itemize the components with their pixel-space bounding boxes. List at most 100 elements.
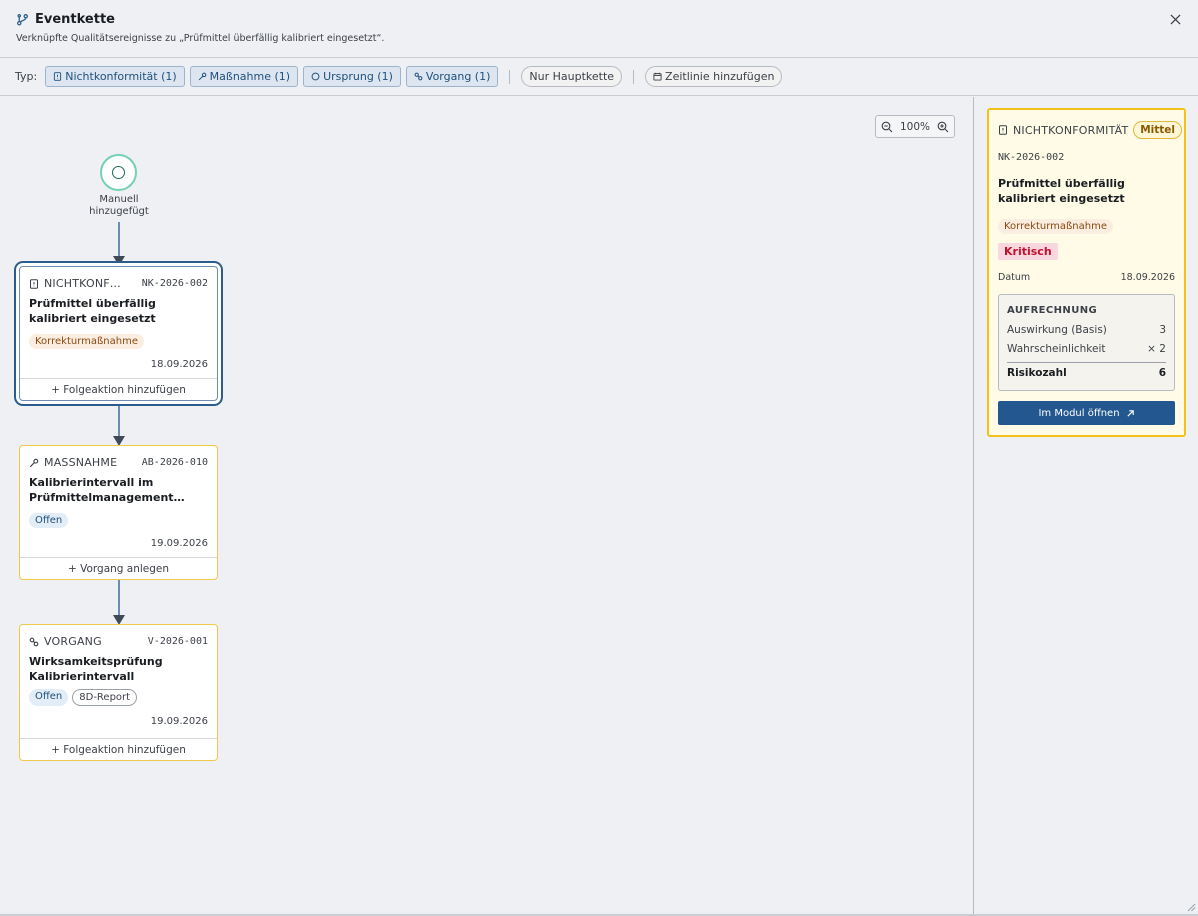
zoom-out-icon xyxy=(881,121,893,132)
toolbar-divider xyxy=(509,69,511,84)
close-button[interactable] xyxy=(1166,10,1184,28)
card-id: NK-2026-002 xyxy=(141,278,208,289)
filter-label: Vorgang (1) xyxy=(425,70,491,83)
risk-calculation: AUFRECHNUNG Auswirkung (Basis) 3 Wahrsch… xyxy=(998,294,1175,391)
dialog-header: Eventkette Verknüpfte Qualitätsereigniss… xyxy=(0,0,1198,58)
filter-vorgang[interactable]: Vorgang (1) xyxy=(405,66,499,87)
detail-tag-wrap: Korrekturmaßnahme xyxy=(998,214,1114,234)
probability-value: × 2 xyxy=(1147,343,1166,355)
date-value: 18.09.2026 xyxy=(1120,272,1175,283)
dialog-subtitle: Verknüpfte Qualitätsereignisse zu „Prüfm… xyxy=(16,33,385,44)
calc-row-impact: Auswirkung (Basis) 3 xyxy=(1007,324,1166,336)
calc-divider xyxy=(1007,362,1166,363)
open-in-module-button[interactable]: Im Modul öffnen xyxy=(998,401,1175,425)
edge-nk-to-massnahme xyxy=(118,404,120,436)
doc-alert-icon xyxy=(54,72,62,81)
type-filter-label: Typ: xyxy=(15,70,38,83)
card-header: NICHTKONF… NK-2026-002 xyxy=(29,277,208,290)
severity-badge: Mittel xyxy=(1133,121,1182,139)
total-label: Risikozahl xyxy=(1007,367,1067,379)
probability-label: Wahrscheinlichkeit xyxy=(1007,343,1106,355)
criticality-badge: Kritisch xyxy=(998,243,1058,260)
card-id: V-2026-001 xyxy=(147,636,208,647)
zoom-control: 100% xyxy=(875,115,955,138)
main-chain-toggle[interactable]: Nur Hauptkette xyxy=(521,66,623,87)
edge-arrow xyxy=(113,256,125,266)
edge-massnahme-to-vorgang xyxy=(118,579,120,615)
open-in-module-label: Im Modul öffnen xyxy=(1038,407,1120,419)
event-card-nichtkonformitaet[interactable]: NICHTKONF… NK-2026-002 Prüfmittel überfä… xyxy=(19,266,218,401)
toolbar-divider xyxy=(633,69,635,84)
detail-title: Prüfmittel überfällig kalibriert eingese… xyxy=(998,177,1125,205)
detail-kind: NICHTKONFORMITÄT xyxy=(998,124,1128,137)
filter-label: Maßnahme (1) xyxy=(209,70,291,83)
calc-row-total: Risikozahl 6 xyxy=(1007,367,1166,379)
calendar-icon xyxy=(653,72,662,81)
card-kind: MASSNAHME xyxy=(29,456,117,469)
card-title: Prüfmittel überfällig kalibriert eingese… xyxy=(29,297,156,325)
close-icon xyxy=(1169,13,1181,25)
status-tag: Korrekturmaßnahme xyxy=(29,334,145,349)
dialog-title: Eventkette xyxy=(35,12,115,27)
title-row: Eventkette xyxy=(16,12,115,27)
link-icon xyxy=(414,72,423,81)
card-kind-label: NICHTKONF… xyxy=(44,277,121,290)
card-date: 19.09.2026 xyxy=(150,538,208,549)
calc-row-probability: Wahrscheinlichkeit × 2 xyxy=(1007,343,1166,355)
report-tag: 8D-Report xyxy=(72,689,138,706)
start-node-icon xyxy=(112,166,125,179)
detail-kind-label: NICHTKONFORMITÄT xyxy=(1013,123,1129,137)
panel-divider xyxy=(973,97,974,915)
start-node-label: Manuell hinzugefügt xyxy=(89,194,149,217)
card-id: AB-2026-010 xyxy=(141,457,208,468)
impact-label: Auswirkung (Basis) xyxy=(1007,324,1107,336)
add-timeline-label: Zeitlinie hinzufügen xyxy=(665,70,775,83)
filter-toolbar: Typ: Nichtkonformität (1) Maßnahme (1) U… xyxy=(0,58,1198,96)
filter-nichtkonformitaet[interactable]: Nichtkonformität (1) xyxy=(45,66,185,87)
zoom-in-button[interactable] xyxy=(937,121,949,133)
doc-alert-icon xyxy=(999,125,1007,135)
doc-alert-icon xyxy=(30,278,38,289)
card-tags: Offen xyxy=(29,513,69,528)
filter-label: Ursprung (1) xyxy=(323,70,393,83)
detail-header: NICHTKONFORMITÄT Mittel xyxy=(998,121,1182,139)
zoom-in-icon xyxy=(937,121,949,132)
zoom-level: 100% xyxy=(899,120,931,133)
impact-value: 3 xyxy=(1159,324,1166,336)
event-card-massnahme[interactable]: MASSNAHME AB-2026-010 Kalibrierintervall… xyxy=(19,445,218,580)
start-node[interactable] xyxy=(100,154,137,191)
resize-handle-icon[interactable] xyxy=(1186,902,1196,912)
detail-panel: NICHTKONFORMITÄT Mittel NK-2026-002 Prüf… xyxy=(987,108,1186,437)
card-title: Kalibrierintervall im Prüfmittelmanageme… xyxy=(29,476,185,504)
card-date: 18.09.2026 xyxy=(150,359,208,370)
detail-id: NK-2026-002 xyxy=(998,152,1065,163)
total-value: 6 xyxy=(1158,367,1166,379)
link-icon xyxy=(29,637,39,646)
filter-massnahme[interactable]: Maßnahme (1) xyxy=(189,66,299,87)
filter-ursprung[interactable]: Ursprung (1) xyxy=(303,66,401,87)
status-tag: Offen xyxy=(29,513,69,528)
wrench-icon xyxy=(29,458,39,467)
card-header: MASSNAHME AB-2026-010 xyxy=(29,456,208,469)
add-follow-up-button[interactable]: + Folgeaktion hinzufügen xyxy=(20,738,217,760)
create-process-button[interactable]: + Vorgang anlegen xyxy=(20,557,217,579)
add-timeline-button[interactable]: Zeitlinie hinzufügen xyxy=(645,66,783,87)
status-tag: Offen xyxy=(29,689,69,706)
card-kind: NICHTKONF… xyxy=(29,277,121,290)
card-title: Wirksamkeitsprüfung Kalibrierintervall xyxy=(29,655,163,683)
edge-start-to-nk xyxy=(118,222,120,256)
chain-canvas[interactable]: 100% Manuell hinzugefügt NICHTKONF… NK-2… xyxy=(0,97,973,915)
card-kind-label: MASSNAHME xyxy=(44,456,118,469)
add-follow-up-button[interactable]: + Folgeaktion hinzufügen xyxy=(20,378,217,400)
detail-status-tag: Korrekturmaßnahme xyxy=(998,219,1114,234)
filter-label: Nichtkonformität (1) xyxy=(65,70,177,83)
branch-icon xyxy=(16,13,29,26)
zoom-out-button[interactable] xyxy=(881,121,893,133)
date-label: Datum xyxy=(998,272,1031,283)
event-card-vorgang[interactable]: VORGANG V-2026-001 Wirksamkeitsprüfung K… xyxy=(19,624,218,761)
card-kind-label: VORGANG xyxy=(44,635,102,648)
external-link-icon xyxy=(1126,409,1134,417)
detail-date-row: Datum 18.09.2026 xyxy=(998,272,1175,283)
card-tags: Offen 8D-Report xyxy=(29,689,138,706)
wrench-icon xyxy=(198,72,206,81)
